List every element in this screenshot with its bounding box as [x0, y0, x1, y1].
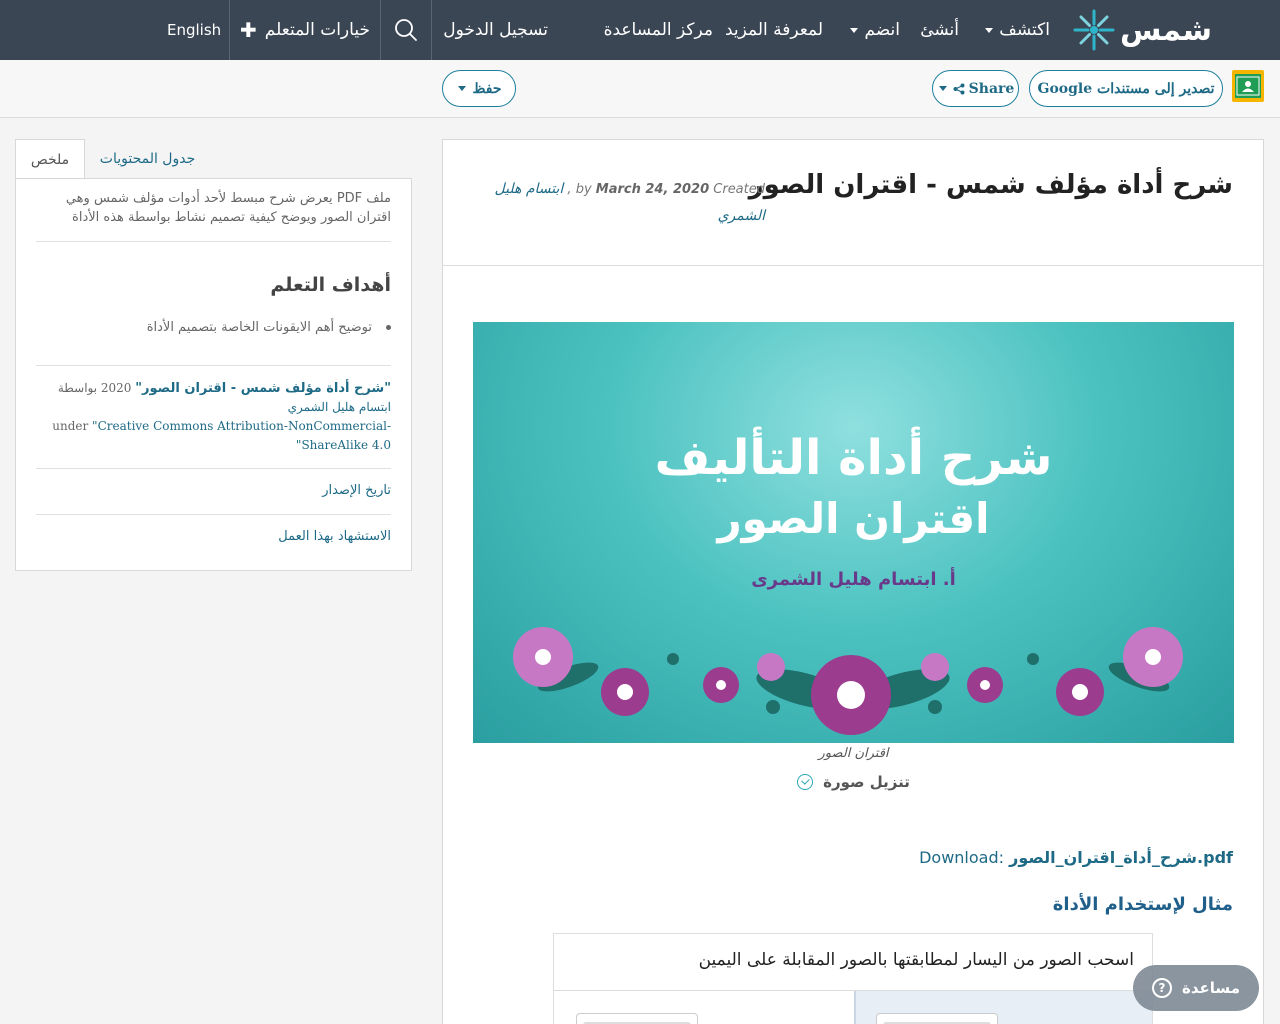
- nav-login-label: تسجيل الدخول: [443, 20, 548, 40]
- help-button[interactable]: مساعدة ?: [1133, 965, 1259, 1011]
- banner-author: أ. ابتسام هليل الشمرى: [751, 569, 956, 590]
- logo-text: شمس: [1119, 12, 1212, 48]
- image-pairing-example: اسحب الصور من اليسار لمطابقتها بالصور ال…: [553, 933, 1153, 1024]
- export-google-docs-label: تصدير إلى مستندات Google: [1037, 80, 1215, 97]
- image-caption: اقتران الصور: [818, 746, 889, 761]
- banner-title-line1: شرح أداة التأليف: [654, 430, 1053, 486]
- nav-login[interactable]: تسجيل الدخول: [443, 0, 548, 60]
- panel-divider: [36, 365, 391, 366]
- share-label: Share: [968, 80, 1015, 97]
- example-target-tile[interactable]: [876, 1013, 998, 1024]
- site-logo[interactable]: شمس: [1072, 6, 1212, 54]
- question-mark-icon: ?: [1152, 978, 1173, 998]
- language-label: English: [167, 21, 222, 39]
- nav-explore[interactable]: اكتشف: [979, 0, 1050, 60]
- download-file-line: Download: شرح_أداة_اقتران_الصور.pdf: [919, 848, 1233, 867]
- example-heading: مثال لإستخدام الأداة: [1052, 894, 1233, 915]
- license-link[interactable]: "Creative Commons Attribution-NonCommerc…: [92, 419, 391, 452]
- attribution: "شرح أداة مؤلف شمس - اقتران الصور" 2020 …: [36, 379, 391, 455]
- language-switch[interactable]: English: [167, 0, 221, 60]
- save-button[interactable]: حفظ: [442, 70, 516, 107]
- example-instruction: اسحب الصور من اليسار لمطابقتها بالصور ال…: [698, 950, 1134, 970]
- banner-title-line2: اقتران الصور: [717, 494, 990, 543]
- chevron-down-icon: [458, 86, 467, 91]
- bullet-icon: [386, 325, 391, 330]
- sidebar-tabs: ملخص جدول المحتويات: [15, 139, 412, 179]
- attrib-author-link[interactable]: ابتسام هليل الشمري: [288, 400, 391, 414]
- attrib-year: 2020 بواسطة: [57, 381, 132, 395]
- nav-join-label: انضم: [864, 20, 900, 40]
- nav-create[interactable]: أنشئ: [920, 0, 959, 60]
- summary-text: ملف PDF يعرض شرح مبسط لأحد أدوات مؤلف شم…: [65, 191, 391, 225]
- share-icon: [953, 83, 965, 94]
- resource-toolbar: تصدير إلى مستندات Google Share حفظ: [0, 60, 1280, 118]
- attrib-title: "شرح أداة مؤلف شمس - اقتران الصور": [135, 381, 391, 396]
- learner-options-button[interactable]: خيارات المتعلم ✚: [230, 0, 380, 60]
- chevron-down-icon: [938, 86, 947, 91]
- chevron-down-icon: [985, 27, 994, 33]
- example-draggable-tile[interactable]: [576, 1013, 698, 1024]
- google-classroom-button[interactable]: [1232, 70, 1264, 102]
- tab-summary-label: ملخص: [30, 151, 70, 168]
- google-classroom-icon: [1235, 74, 1261, 98]
- nav-explore-label: اكتشف: [999, 20, 1050, 40]
- download-image-button[interactable]: تنزيل صورة: [473, 773, 1234, 791]
- tab-summary[interactable]: ملخص: [15, 139, 85, 179]
- tab-toc-label: جدول المحتويات: [99, 151, 196, 167]
- by-label: by: [575, 182, 592, 197]
- download-image-label: تنزيل صورة: [823, 773, 910, 791]
- flowers-decoration-icon: [513, 627, 1183, 735]
- release-history-link[interactable]: تاريخ الإصدار: [322, 483, 391, 498]
- panel-divider: [36, 514, 391, 515]
- tab-table-of-contents[interactable]: جدول المحتويات: [85, 139, 210, 179]
- search-button[interactable]: [381, 0, 431, 60]
- top-navbar: شمس اكتشف أنشئ انضم لمعرفة المزيد مركز ا…: [0, 0, 1280, 60]
- chevron-down-icon: [850, 27, 859, 33]
- nav-help-center-label: مركز المساعدة: [603, 20, 713, 40]
- cite-work-link[interactable]: الاستشهاد بهذا العمل: [278, 529, 391, 544]
- download-label: Download:: [919, 848, 1005, 867]
- export-google-docs-button[interactable]: تصدير إلى مستندات Google: [1029, 70, 1223, 107]
- learner-options-label: خيارات المتعلم: [264, 20, 370, 40]
- panel-divider: [36, 241, 391, 242]
- learning-goal-item: توضيح أهم الايقونات الخاصة بتصميم الأداة: [147, 320, 391, 335]
- panel-divider: [36, 468, 391, 469]
- nav-join[interactable]: انضم: [844, 0, 900, 60]
- nav-divider: [229, 0, 230, 60]
- nav-divider: [431, 0, 432, 60]
- byline-comma: ,: [567, 182, 572, 197]
- nav-learn-more-label: لمعرفة المزيد: [725, 20, 823, 40]
- summary-panel: ملف PDF يعرض شرح مبسط لأحد أدوات مؤلف شم…: [15, 178, 412, 571]
- download-file-link[interactable]: شرح_أداة_اقتران_الصور.pdf: [1009, 848, 1233, 867]
- nav-divider: [380, 0, 381, 60]
- resource-title: شرح أداة مؤلف شمس - اقتران الصور: [748, 170, 1233, 200]
- attrib-under: under: [52, 419, 89, 433]
- share-button[interactable]: Share: [932, 70, 1019, 107]
- learning-goals-heading: أهداف التعلم: [270, 274, 391, 296]
- sun-logo-icon: [1073, 9, 1115, 51]
- nav-create-label: أنشئ: [920, 20, 959, 40]
- resource-sidebar: ملخص جدول المحتويات ملف PDF يعرض شرح مبس…: [15, 139, 412, 571]
- help-label: مساعدة: [1182, 979, 1240, 997]
- save-label: حفظ: [472, 80, 502, 97]
- created-label: Created: [713, 182, 765, 197]
- resource-banner-image: شرح أداة التأليف اقتران الصور أ. ابتسام …: [473, 322, 1234, 743]
- created-date: March 24, 2020: [595, 182, 710, 197]
- download-icon: [797, 774, 814, 790]
- nav-help-center[interactable]: مركز المساعدة: [604, 0, 713, 60]
- resource-main-card: شرح أداة مؤلف شمس - اقتران الصور by Marc…: [442, 139, 1264, 1024]
- header-divider: [443, 265, 1263, 266]
- example-right-pane: [854, 991, 1152, 1024]
- search-icon: [395, 19, 417, 41]
- nav-learn-more[interactable]: لمعرفة المزيد: [725, 0, 823, 60]
- learning-goal-text: توضيح أهم الايقونات الخاصة بتصميم الأداة: [146, 320, 372, 335]
- plus-icon: ✚: [240, 18, 257, 42]
- resource-byline: by March 24, 2020 Created , ابتسام هليل …: [473, 176, 765, 230]
